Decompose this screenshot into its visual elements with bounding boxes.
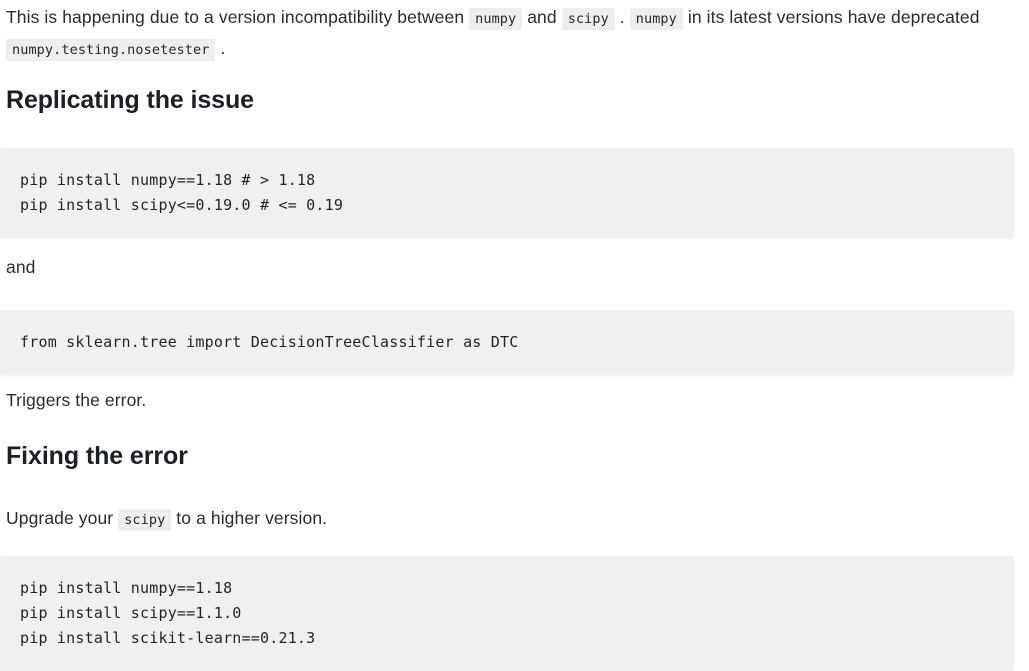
article-body: This is happening due to a version incom… xyxy=(0,0,1029,671)
upgrade-text-1: Upgrade your xyxy=(6,508,119,528)
intro-text-2: and xyxy=(522,7,562,27)
inline-code-numpy-2: numpy xyxy=(629,8,683,30)
inline-code-numpy-1: numpy xyxy=(469,8,523,30)
heading-fixing-slot: Fixing the error xyxy=(0,440,1029,472)
paragraph-and-slot: and xyxy=(0,253,1029,282)
intro-text-4: in its latest versions have deprecated xyxy=(682,7,980,27)
code-block-3-slot: pip install numpy==1.18 pip install scip… xyxy=(0,556,1014,671)
code-block-import-dtc: from sklearn.tree import DecisionTreeCla… xyxy=(0,310,1014,375)
code-block-3-content: pip install numpy==1.18 pip install scip… xyxy=(20,579,316,647)
intro-text-5: . xyxy=(215,38,226,58)
paragraph-triggers-slot: Triggers the error. xyxy=(0,386,1029,415)
code-block-install-versions: pip install numpy==1.18 # > 1.18 pip ins… xyxy=(0,148,1014,238)
heading-fixing-the-error: Fixing the error xyxy=(6,442,188,470)
code-block-2-slot: from sklearn.tree import DecisionTreeCla… xyxy=(0,310,1014,375)
code-block-fix-install: pip install numpy==1.18 pip install scip… xyxy=(0,556,1014,671)
inline-code-nosetester: numpy.testing.nosetester xyxy=(6,39,216,61)
inline-code-scipy-1: scipy xyxy=(561,8,615,30)
code-block-1-slot: pip install numpy==1.18 # > 1.18 pip ins… xyxy=(0,148,1014,238)
heading-replicating-the-issue: Replicating the issue xyxy=(6,86,254,114)
upgrade-text-2: to a higher version. xyxy=(171,508,328,528)
intro-text-1: This is happening due to a version incom… xyxy=(6,7,470,27)
paragraph-and: and xyxy=(6,257,36,277)
paragraph-upgrade-scipy: Upgrade your scipy to a higher version. xyxy=(0,504,1029,535)
intro-text-3: . xyxy=(614,7,630,27)
paragraph-upgrade-slot: Upgrade your scipy to a higher version. xyxy=(0,504,1029,535)
heading-replicating-slot: Replicating the issue xyxy=(0,84,1029,116)
code-block-1-content: pip install numpy==1.18 # > 1.18 pip ins… xyxy=(20,171,344,214)
code-block-2-content: from sklearn.tree import DecisionTreeCla… xyxy=(20,333,519,351)
paragraph-triggers-the-error: Triggers the error. xyxy=(6,390,147,410)
inline-code-scipy-2: scipy xyxy=(118,509,172,531)
intro-paragraph: This is happening due to a version incom… xyxy=(0,3,1029,65)
intro-paragraph-slot: This is happening due to a version incom… xyxy=(0,3,1029,65)
